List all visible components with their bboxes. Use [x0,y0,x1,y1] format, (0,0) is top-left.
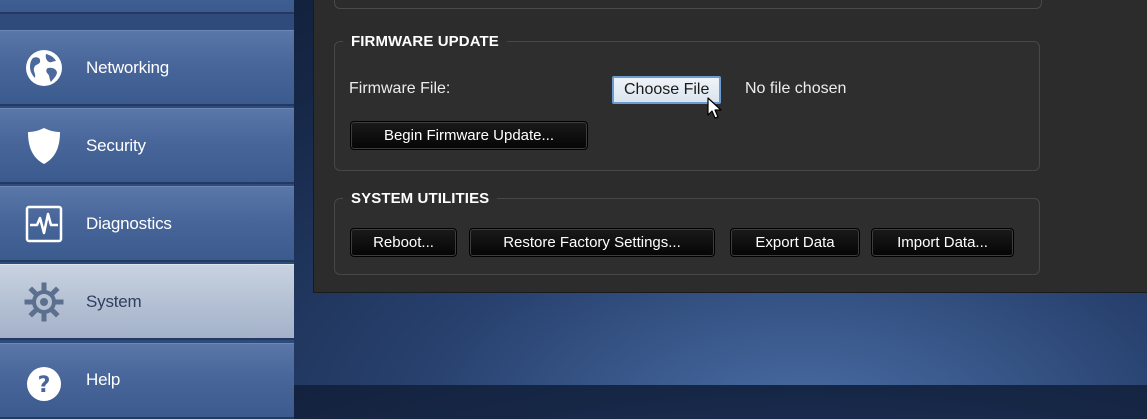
begin-firmware-update-button[interactable]: Begin Firmware Update... [350,121,588,150]
import-data-button[interactable]: Import Data... [871,228,1014,257]
export-data-button[interactable]: Export Data [730,228,860,257]
restore-factory-settings-button[interactable]: Restore Factory Settings... [469,228,715,257]
sidebar-item-label: System [86,291,142,311]
firmware-update-title: FIRMWARE UPDATE [351,33,499,50]
settings-panel: FIRMWARE UPDATE Firmware File: Choose Fi… [313,0,1147,293]
previous-group-edge [334,0,1042,9]
system-utilities-title: SYSTEM UTILITIES [351,190,490,207]
sidebar-item-networking[interactable]: Networking [0,30,294,106]
sidebar-item-help[interactable]: ? Help [0,343,294,419]
firmware-file-label: Firmware File: [349,80,451,97]
sidebar-item-label: Networking [86,57,170,77]
sidebar-item-previous[interactable] [0,0,294,14]
file-status-text: No file chosen [745,80,847,97]
sidebar-item-system[interactable]: System [0,264,294,340]
globe-icon [22,46,66,90]
svg-text:?: ? [38,373,51,398]
sidebar: Networking Security Diagnostics System ?… [0,0,294,419]
reboot-button[interactable]: Reboot... [350,228,457,257]
shield-icon [22,124,66,168]
sidebar-item-label: Help [86,370,121,389]
help-icon: ? [22,362,66,406]
gear-icon [22,280,66,324]
choose-file-button[interactable]: Choose File [612,76,722,104]
sidebar-item-security[interactable]: Security [0,108,294,184]
sidebar-item-label: Security [86,135,146,155]
pulse-monitor-icon [22,202,66,246]
sidebar-item-diagnostics[interactable]: Diagnostics [0,186,294,262]
mouse-cursor-icon [707,97,722,119]
sidebar-item-label: Diagnostics [86,213,172,233]
